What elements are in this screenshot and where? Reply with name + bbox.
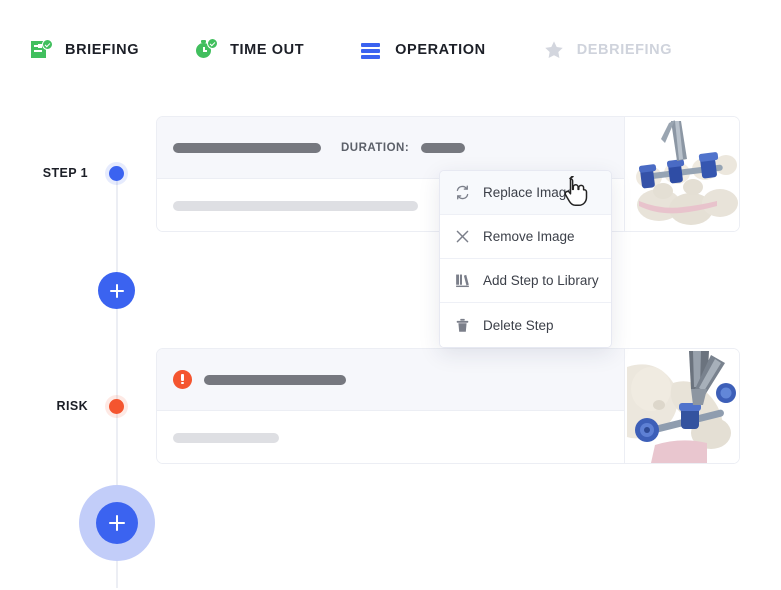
- risk-title-placeholder[interactable]: [204, 374, 346, 385]
- step-description-placeholder[interactable]: [173, 200, 418, 211]
- risk-card[interactable]: [156, 348, 740, 464]
- add-section-button[interactable]: [79, 485, 155, 561]
- timeline-dot-risk: [109, 399, 124, 414]
- nav-item-operation[interactable]: OPERATION: [360, 38, 486, 62]
- step-thumbnail[interactable]: [624, 117, 739, 231]
- duration-value-placeholder[interactable]: [421, 142, 466, 153]
- risk-thumbnail[interactable]: [624, 349, 739, 463]
- list-bars-icon: [360, 38, 384, 62]
- pelvic-fixation-screws-illustration: [625, 349, 739, 463]
- nav-label-operation: OPERATION: [395, 42, 486, 58]
- star-icon: [542, 38, 566, 62]
- add-section-inner: [96, 502, 138, 544]
- context-menu-label-remove-image: Remove Image: [483, 229, 575, 244]
- context-menu-label-replace-image: Replace Image: [483, 185, 574, 200]
- plus-icon: [109, 515, 125, 531]
- risk-description-placeholder[interactable]: [173, 432, 279, 443]
- context-menu-label-add-step-to-library: Add Step to Library: [483, 273, 599, 288]
- add-step-button[interactable]: [98, 272, 135, 309]
- timeline-dot-step: [109, 166, 124, 181]
- nav-item-debriefing[interactable]: DEBRIEFING: [542, 38, 672, 62]
- timeline-label-risk: RISK: [56, 399, 88, 413]
- context-menu-item-delete-step[interactable]: Delete Step: [440, 303, 611, 347]
- library-books-icon: [454, 272, 471, 289]
- step-title-placeholder[interactable]: [173, 142, 321, 153]
- refresh-sync-icon: [454, 184, 471, 201]
- nav-label-briefing: BRIEFING: [65, 42, 140, 58]
- context-menu-item-remove-image[interactable]: Remove Image: [440, 215, 611, 259]
- nav-item-time-out[interactable]: TIME OUT: [195, 38, 304, 62]
- duration-label: DURATION:: [341, 141, 410, 154]
- trash-icon: [454, 317, 471, 334]
- context-menu-label-delete-step: Delete Step: [483, 317, 554, 333]
- plus-icon: [109, 283, 124, 298]
- app-window: BRIEFING TIME OUT OPERATION DEBRIEFING S…: [0, 0, 781, 590]
- nav-item-briefing[interactable]: BRIEFING: [30, 38, 139, 62]
- nav-label-time-out: TIME OUT: [230, 42, 305, 58]
- step-context-menu[interactable]: Replace Image Remove Image Add Step to L…: [439, 170, 612, 348]
- close-x-icon: [454, 228, 471, 245]
- nav-label-debriefing: DEBRIEFING: [576, 42, 673, 58]
- timeline-label-step-1: STEP 1: [42, 166, 88, 180]
- context-menu-item-replace-image[interactable]: Replace Image: [440, 171, 611, 215]
- stopwatch-check-icon: [195, 38, 219, 62]
- clipboard-check-icon: [30, 38, 54, 62]
- phase-nav: BRIEFING TIME OUT OPERATION DEBRIEFING: [30, 30, 672, 70]
- alert-exclamation-icon: [173, 370, 192, 389]
- spinal-fusion-rods-illustration: [625, 117, 739, 231]
- context-menu-item-add-step-to-library[interactable]: Add Step to Library: [440, 259, 611, 303]
